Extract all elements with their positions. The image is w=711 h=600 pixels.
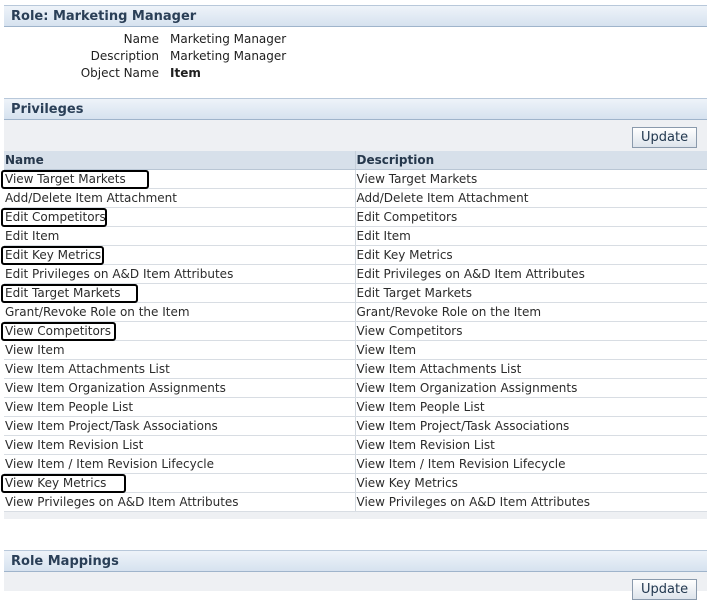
privilege-name: Edit Target Markets — [1, 283, 355, 303]
table-row: View Key Metrics View Key Metrics — [1, 473, 707, 493]
privileges-table-header: Name Description — [4, 151, 707, 170]
role-mappings-section-title: Role Mappings — [11, 554, 119, 569]
table-row: View Item / Item Revision Lifecycle View… — [4, 454, 707, 474]
table-row: View Item Revision List View Item Revisi… — [4, 435, 707, 455]
role-object-label: Object Name — [80, 66, 159, 80]
table-row: View Item People List View Item People L… — [4, 397, 707, 417]
role-object-value: Item — [170, 66, 201, 80]
privilege-name-text: View Competitors — [5, 324, 111, 338]
privilege-description: View Item Project/Task Associations — [354, 416, 707, 436]
privilege-description: View Target Markets — [354, 169, 707, 189]
privilege-name: View Privileges on A&D Item Attributes — [4, 492, 355, 512]
privilege-name: View Item Attachments List — [4, 359, 355, 379]
privilege-description: View Privileges on A&D Item Attributes — [354, 492, 707, 512]
privilege-name-text: View Target Markets — [5, 172, 126, 186]
privilege-description: Edit Item — [354, 226, 707, 246]
privileges-section-title: Privileges — [11, 102, 84, 117]
privileges-toolbar — [4, 120, 707, 151]
role-name-row: Name Marketing Manager — [0, 32, 400, 49]
table-row: Edit Item Edit Item — [4, 226, 707, 246]
privilege-name-text: View Key Metrics — [5, 476, 107, 490]
privilege-description: View Key Metrics — [354, 473, 707, 493]
privilege-description: Add/Delete Item Attachment — [354, 188, 707, 208]
column-header-description[interactable]: Description — [354, 151, 707, 170]
privileges-update-button[interactable]: Update — [632, 127, 698, 148]
privilege-description: Edit Target Markets — [354, 283, 707, 303]
role-mappings-section-header: Role Mappings — [4, 550, 707, 572]
role-mappings-toolbar — [4, 572, 707, 591]
privilege-name: Edit Privileges on A&D Item Attributes — [4, 264, 355, 284]
privilege-name-text: Edit Competitors — [5, 210, 106, 224]
role-mappings-update-button[interactable]: Update — [632, 579, 698, 600]
privilege-name-text: Edit Target Markets — [5, 286, 121, 300]
privilege-description: View Competitors — [354, 321, 707, 341]
role-name-value: Marketing Manager — [170, 32, 287, 46]
table-row: View Item Attachments List View Item Att… — [4, 359, 707, 379]
role-description-value: Marketing Manager — [170, 49, 287, 63]
table-row: View Item Organization Assignments View … — [4, 378, 707, 398]
privilege-name: View Competitors — [1, 321, 355, 341]
privilege-name: View Target Markets — [1, 169, 355, 189]
privilege-name: View Item — [4, 340, 355, 360]
privilege-name: View Item / Item Revision Lifecycle — [4, 454, 355, 474]
role-section-title: Role: Marketing Manager — [11, 9, 197, 24]
privilege-description: View Item / Item Revision Lifecycle — [354, 454, 707, 474]
privilege-description: Edit Competitors — [354, 207, 707, 227]
table-row: Edit Competitors Edit Competitors — [1, 207, 707, 227]
privilege-description: View Item People List — [354, 397, 707, 417]
privilege-name: Edit Key Metrics — [1, 245, 355, 265]
table-row: Edit Target Markets Edit Target Markets — [1, 283, 707, 303]
table-row: View Competitors View Competitors — [1, 321, 707, 341]
role-description-label: Description — [90, 49, 159, 63]
table-row: View Target Markets View Target Markets — [1, 169, 707, 189]
privilege-description: Edit Key Metrics — [354, 245, 707, 265]
role-description-row: Description Marketing Manager — [0, 49, 400, 66]
privilege-description: View Item Revision List — [354, 435, 707, 455]
privilege-description: View Item — [354, 340, 707, 360]
privilege-description: Edit Privileges on A&D Item Attributes — [354, 264, 707, 284]
privileges-table: Name Description View Target Markets Vie… — [1, 151, 707, 512]
privilege-name: View Key Metrics — [1, 473, 355, 493]
role-section-header: Role: Marketing Manager — [4, 5, 707, 27]
role-object-row: Object Name Item — [0, 66, 400, 83]
table-row: View Privileges on A&D Item Attributes V… — [4, 492, 707, 512]
table-row: Edit Key Metrics Edit Key Metrics — [1, 245, 707, 265]
privilege-name: Add/Delete Item Attachment — [4, 188, 355, 208]
privilege-name-text: Edit Key Metrics — [5, 248, 102, 262]
table-row: View Item View Item — [4, 340, 707, 360]
privilege-name: View Item People List — [4, 397, 355, 417]
privilege-name: Edit Competitors — [1, 207, 355, 227]
column-header-name[interactable]: Name — [4, 151, 355, 170]
privilege-description: Grant/Revoke Role on the Item — [354, 302, 707, 322]
privilege-name: Edit Item — [4, 226, 355, 246]
role-name-label: Name — [123, 32, 159, 46]
table-row: View Item Project/Task Associations View… — [4, 416, 707, 436]
table-row: Grant/Revoke Role on the Item Grant/Revo… — [4, 302, 707, 322]
table-row: Add/Delete Item Attachment Add/Delete It… — [4, 188, 707, 208]
privileges-section-header: Privileges — [4, 98, 707, 120]
privileges-footer-strip — [4, 512, 707, 519]
privilege-description: View Item Attachments List — [354, 359, 707, 379]
privilege-name: View Item Revision List — [4, 435, 355, 455]
privilege-name: Grant/Revoke Role on the Item — [4, 302, 355, 322]
privilege-name: View Item Organization Assignments — [4, 378, 355, 398]
table-row: Edit Privileges on A&D Item Attributes E… — [4, 264, 707, 284]
privilege-name: View Item Project/Task Associations — [4, 416, 355, 436]
privilege-description: View Item Organization Assignments — [354, 378, 707, 398]
